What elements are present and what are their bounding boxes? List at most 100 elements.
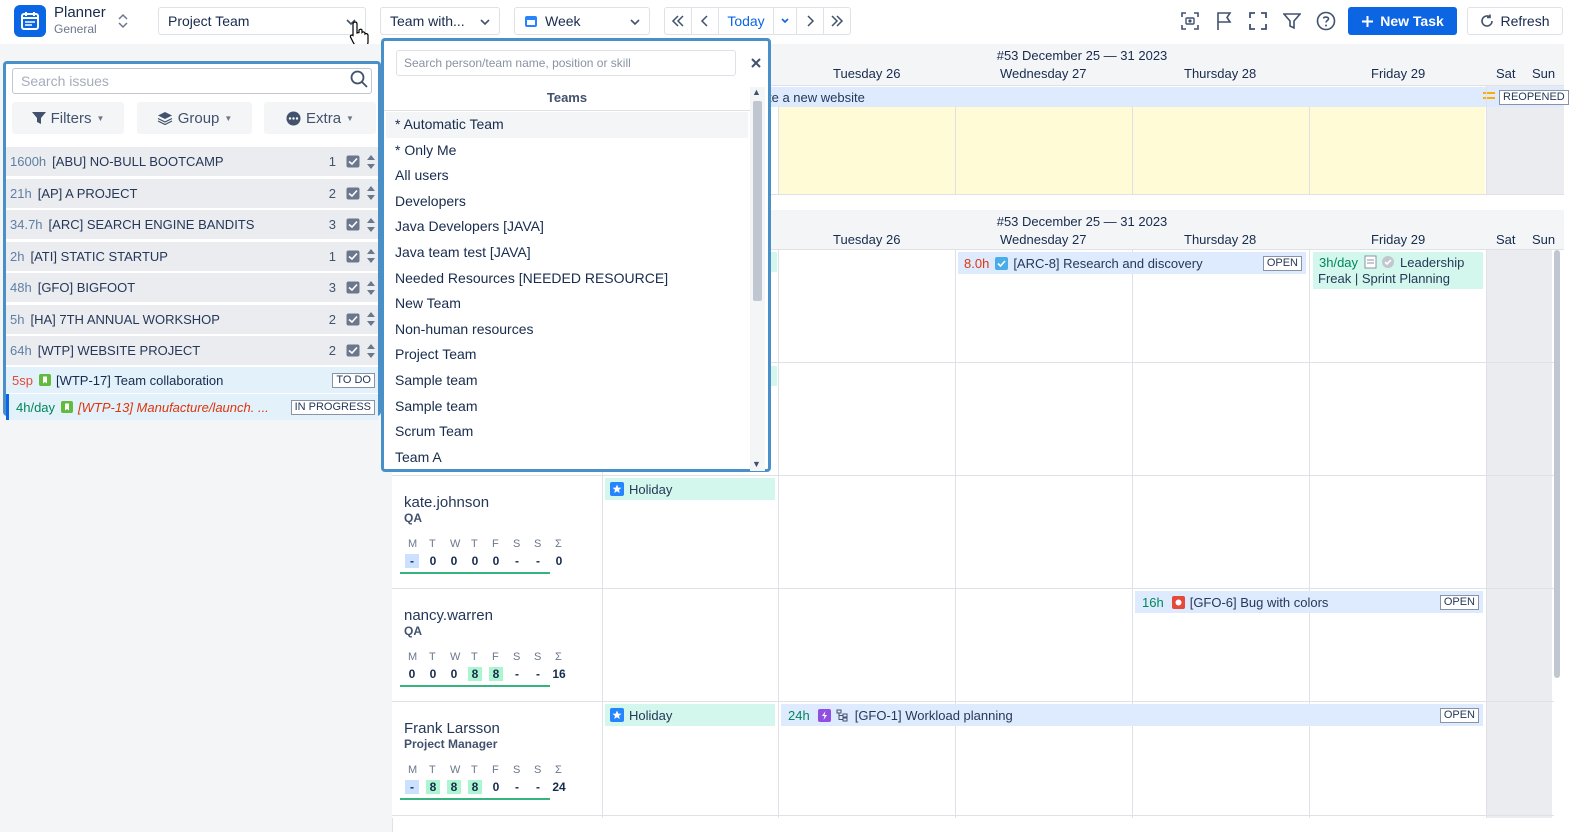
team-option[interactable]: * Automatic Team	[386, 112, 748, 138]
view-select-value: Week	[545, 13, 581, 29]
team-option[interactable]: Sample team	[386, 368, 748, 394]
filter-icon[interactable]	[1279, 8, 1305, 34]
weekday-letter: Σ	[555, 651, 562, 663]
team-option[interactable]: All users	[386, 163, 748, 189]
refresh-button[interactable]: Refresh	[1467, 7, 1563, 35]
project-count: 3	[328, 217, 336, 232]
checklist-icon[interactable]	[346, 187, 360, 200]
day-label-sat: Sat	[1496, 232, 1516, 247]
sort-icon[interactable]	[366, 311, 376, 327]
scroll-down-icon[interactable]: ▼	[752, 459, 761, 469]
checklist-icon[interactable]	[346, 344, 360, 357]
checklist-icon[interactable]	[346, 218, 360, 231]
grid-line	[778, 250, 779, 818]
day-label-sun: Sun	[1532, 66, 1556, 81]
grid-line	[1132, 106, 1133, 194]
group-button[interactable]: Group ▼	[137, 102, 252, 134]
checklist-icon[interactable]	[346, 155, 360, 168]
search-issues-input[interactable]: Search issues	[12, 68, 372, 94]
user-card-kate[interactable]: kate.johnson QA	[404, 494, 489, 525]
team-with-select[interactable]: Team with...	[380, 7, 500, 35]
next-button[interactable]	[796, 7, 824, 35]
new-task-button[interactable]: New Task	[1348, 7, 1457, 35]
event-rate: 3h/day	[1319, 255, 1359, 270]
help-icon[interactable]	[1313, 8, 1339, 34]
issue-row[interactable]: 5sp [WTP-17] Team collaboration TO DO	[6, 367, 378, 393]
event-title: Leadership	[1400, 255, 1465, 270]
event-holiday[interactable]: Holiday	[605, 704, 775, 726]
last-page-button[interactable]	[823, 7, 851, 35]
team-search-input[interactable]: Search person/team name, position or ski…	[396, 50, 736, 76]
team-option[interactable]: Needed Resources [NEEDED RESOURCE]	[386, 266, 748, 292]
view-select[interactable]: Week	[514, 7, 650, 35]
today-options-button[interactable]	[773, 7, 797, 35]
team-select-value: Project Team	[168, 13, 250, 29]
week-title-top: #53 December 25 — 31 2023	[996, 48, 1168, 63]
fullscreen-icon[interactable]	[1245, 8, 1271, 34]
team-option[interactable]: Project Team	[386, 342, 748, 368]
previous-button[interactable]	[691, 7, 719, 35]
event-leadership[interactable]: 3h/day Leadership Freak | Sprint Plannin…	[1313, 252, 1483, 289]
today-button[interactable]: Today	[718, 7, 774, 35]
sort-icon[interactable]	[366, 248, 376, 264]
team-option[interactable]: Java Developers [JAVA]	[386, 214, 748, 240]
dropdown-scrollbar[interactable]: ▲ ▼	[750, 87, 765, 471]
project-row[interactable]: 21h [AP] A PROJECT 2	[6, 177, 378, 208]
event-new-website[interactable]: te a new website REOPENED	[768, 87, 1569, 107]
scroll-thumb[interactable]	[753, 101, 762, 301]
flag-icon[interactable]	[1211, 8, 1237, 34]
switch-app-icon[interactable]	[117, 12, 129, 30]
sort-icon[interactable]	[366, 343, 376, 359]
project-row[interactable]: 1600h [ABU] NO-BULL BOOTCAMP 1	[6, 146, 378, 176]
event-arc-8[interactable]: 8.0h [ARC-8] Research and discovery OPEN	[958, 252, 1306, 274]
team-option[interactable]: Java team test [JAVA]	[386, 240, 748, 266]
extra-button[interactable]: Extra ▼	[264, 102, 376, 134]
project-row[interactable]: 34.7h [ARC] SEARCH ENGINE BANDITS 3	[6, 209, 378, 239]
planner-logo-icon[interactable]	[14, 5, 46, 37]
sort-icon[interactable]	[366, 217, 376, 233]
epic-icon	[817, 708, 831, 722]
refresh-label: Refresh	[1500, 13, 1550, 29]
user-card-nancy[interactable]: nancy.warren QA	[404, 607, 493, 638]
first-page-button[interactable]	[664, 7, 692, 35]
search-icon[interactable]	[350, 70, 368, 88]
checklist-icon[interactable]	[346, 281, 360, 294]
plus-icon	[1361, 15, 1374, 28]
grid-line	[1486, 86, 1487, 194]
team-option[interactable]: Scrum Team	[386, 419, 748, 445]
issue-row[interactable]: 4h/day [WTP-13] Manufacture/launch. ... …	[6, 394, 378, 420]
event-holiday[interactable]: Holiday	[605, 478, 775, 500]
issue-title: [WTP-17] Team collaboration	[55, 372, 224, 388]
weekday-letter: S	[534, 538, 542, 550]
project-row[interactable]: 48h [GFO] BIGFOOT 3	[6, 272, 378, 302]
scrollbar[interactable]	[1554, 250, 1560, 678]
sort-icon[interactable]	[366, 280, 376, 296]
sort-icon[interactable]	[366, 154, 376, 170]
screenshot-icon[interactable]	[1177, 8, 1203, 34]
team-option[interactable]: Team A	[386, 445, 748, 471]
sort-icon[interactable]	[366, 185, 376, 201]
team-option[interactable]: Non-human resources	[386, 317, 748, 343]
team-option[interactable]: Developers	[386, 189, 748, 215]
filters-label: Filters	[50, 109, 92, 127]
event-gfo-6[interactable]: 16h [GFO-6] Bug with colors OPEN	[1135, 591, 1483, 613]
close-icon[interactable]	[751, 58, 761, 68]
team-option[interactable]: * Only Me	[386, 138, 748, 164]
scroll-up-icon[interactable]: ▲	[752, 87, 761, 97]
filters-button[interactable]: Filters ▼	[12, 102, 124, 134]
team-option[interactable]: Sample team	[386, 394, 748, 420]
checklist-icon[interactable]	[346, 313, 360, 326]
team-select[interactable]: Project Team	[158, 7, 366, 35]
weekday-letter: F	[492, 764, 499, 776]
project-hours: 1600h	[10, 154, 47, 169]
checklist-icon[interactable]	[346, 250, 360, 263]
project-row[interactable]: 5h [HA] 7TH ANNUAL WORKSHOP 2	[6, 303, 378, 334]
caret-down-icon: ▼	[346, 113, 354, 123]
event-gfo-1[interactable]: 24h [GFO-1] Workload planning OPEN	[781, 704, 1483, 726]
project-row[interactable]: 64h [WTP] WEBSITE PROJECT 2	[6, 335, 378, 365]
user-card-frank[interactable]: Frank Larsson Project Manager	[404, 720, 500, 751]
project-row[interactable]: 2h [ATI] STATIC STARTUP 1	[6, 240, 378, 271]
team-option[interactable]: New Team	[386, 291, 748, 317]
weekday-hours: 16	[552, 667, 566, 681]
grid-line	[1132, 250, 1133, 818]
